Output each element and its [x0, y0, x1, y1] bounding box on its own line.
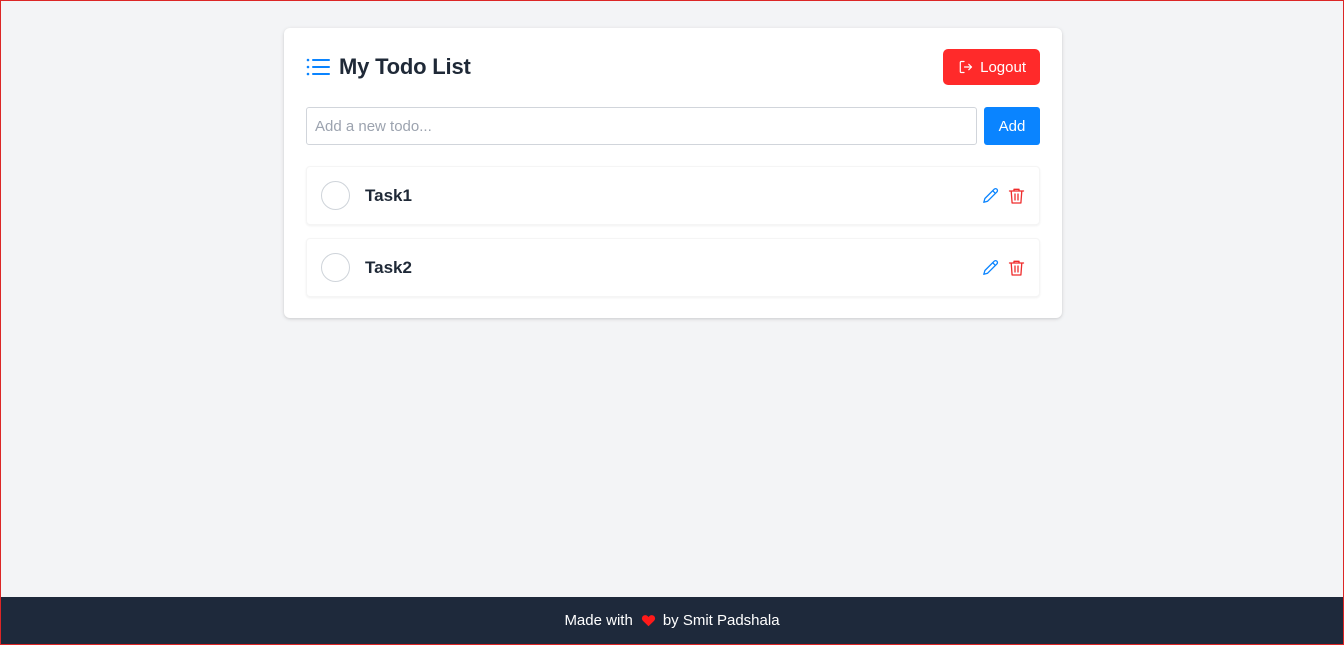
- pencil-icon[interactable]: [982, 187, 999, 205]
- logout-label: Logout: [980, 58, 1026, 76]
- add-button[interactable]: Add: [984, 107, 1040, 145]
- footer-suffix: by Smit Padshala: [662, 612, 780, 629]
- heart-icon: [641, 615, 655, 627]
- footer-prefix: Made with: [564, 612, 633, 629]
- todo-actions: [982, 259, 1025, 277]
- todo-item: Task1: [306, 166, 1040, 225]
- todo-card: My Todo List Logout Add Task1: [284, 28, 1062, 318]
- logout-icon: [959, 60, 973, 74]
- todo-list: Task1 Task2: [306, 166, 1040, 297]
- new-todo-input[interactable]: [306, 107, 977, 145]
- todo-label: Task1: [365, 185, 412, 205]
- card-header: My Todo List Logout: [306, 49, 1040, 85]
- todo-label: Task2: [365, 257, 412, 277]
- todo-item-main: Task1: [321, 181, 412, 210]
- trash-icon[interactable]: [1008, 187, 1025, 205]
- todo-item: Task2: [306, 238, 1040, 297]
- app-frame: My Todo List Logout Add Task1: [0, 0, 1344, 645]
- logout-button[interactable]: Logout: [943, 49, 1040, 85]
- complete-toggle[interactable]: [321, 253, 350, 282]
- add-todo-form: Add: [306, 107, 1040, 145]
- todo-item-main: Task2: [321, 253, 412, 282]
- page-footer: Made with by Smit Padshala: [1, 597, 1343, 644]
- todo-actions: [982, 187, 1025, 205]
- pencil-icon[interactable]: [982, 259, 999, 277]
- page-title: My Todo List: [339, 54, 471, 79]
- complete-toggle[interactable]: [321, 181, 350, 210]
- trash-icon[interactable]: [1008, 259, 1025, 277]
- list-icon: [306, 58, 330, 76]
- title-group: My Todo List: [306, 54, 471, 80]
